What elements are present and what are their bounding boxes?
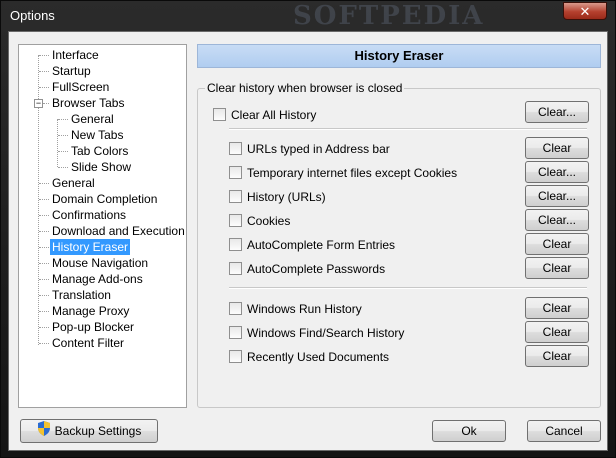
tree-connector [39, 183, 49, 184]
tree-item-popup-blocker[interactable]: Pop-up Blocker [50, 319, 136, 335]
title-bar[interactable]: Options SOFTPEDIA ✕ [1, 1, 615, 31]
tree-item-domain-completion[interactable]: Domain Completion [50, 191, 159, 207]
watermark: SOFTPEDIA [293, 1, 485, 31]
tree-connector [39, 71, 49, 72]
tree-connector [39, 55, 49, 56]
clear-all-label: Clear All History [231, 108, 317, 122]
tree-connector [39, 247, 49, 248]
window-title: Options [10, 8, 55, 23]
clear-recent-docs-button[interactable]: Clear [525, 345, 589, 367]
tree-connector [58, 151, 68, 152]
clear-history-urls-button[interactable]: Clear... [525, 185, 589, 207]
clear-temp-files-button[interactable]: Clear... [525, 161, 589, 183]
tree-item-manage-addons[interactable]: Manage Add-ons [50, 271, 145, 287]
item-label: Windows Run History [247, 302, 362, 316]
tree-item-content-filter[interactable]: Content Filter [50, 335, 126, 351]
ok-button[interactable]: Ok [432, 420, 506, 442]
page-header: History Eraser [197, 44, 601, 68]
tree-connector [39, 263, 49, 264]
tree-item-mouse-navigation[interactable]: Mouse Navigation [50, 255, 150, 271]
shield-icon [37, 420, 51, 443]
tree-item-translation[interactable]: Translation [50, 287, 113, 303]
collapse-icon[interactable]: − [34, 99, 43, 108]
item-label: URLs typed in Address bar [247, 142, 390, 156]
tree-item-general[interactable]: General [50, 175, 97, 191]
recent-docs-checkbox[interactable] [229, 350, 242, 363]
group-label: Clear history when browser is closed [205, 81, 405, 95]
tree-item-fullscreen[interactable]: FullScreen [50, 79, 111, 95]
windows-run-checkbox[interactable] [229, 302, 242, 315]
clear-urls-typed-button[interactable]: Clear [525, 137, 589, 159]
tree-item-download-execution[interactable]: Download and Execution [50, 223, 187, 239]
tree-connector [39, 231, 49, 232]
tree-connector [39, 327, 49, 328]
backup-settings-button[interactable]: Backup Settings [20, 419, 158, 443]
autocomplete-passwords-checkbox[interactable] [229, 262, 242, 275]
tree-item-manage-proxy[interactable]: Manage Proxy [50, 303, 131, 319]
tree-item-new-tabs[interactable]: New Tabs [69, 127, 125, 143]
tree-connector [43, 103, 49, 104]
tree-connector [58, 135, 68, 136]
item-label: History (URLs) [247, 190, 326, 204]
tree-item-history-eraser[interactable]: History Eraser [50, 239, 131, 255]
tree-connector [39, 279, 49, 280]
tree-connector [58, 167, 68, 168]
clear-windows-run-button[interactable]: Clear [525, 297, 589, 319]
tree-item-slide-show[interactable]: Slide Show [69, 159, 133, 175]
item-label: AutoComplete Form Entries [247, 238, 396, 252]
tree-item-tabs-general[interactable]: General [69, 111, 116, 127]
tree-item-tab-colors[interactable]: Tab Colors [69, 143, 130, 159]
tree-connector [39, 343, 49, 344]
clear-cookies-button[interactable]: Clear... [525, 209, 589, 231]
autocomplete-forms-checkbox[interactable] [229, 238, 242, 251]
options-tree[interactable]: − Interface Startup FullScreen Browser T… [18, 44, 187, 408]
cancel-button[interactable]: Cancel [527, 420, 601, 442]
windows-search-checkbox[interactable] [229, 326, 242, 339]
temp-files-checkbox[interactable] [229, 166, 242, 179]
tree-connector [39, 295, 49, 296]
clear-autocomplete-forms-button[interactable]: Clear [525, 233, 589, 255]
item-label: Windows Find/Search History [247, 326, 405, 340]
divider [229, 128, 587, 130]
dialog-client: − Interface Startup FullScreen Browser T… [8, 31, 608, 451]
item-label: Recently Used Documents [247, 350, 390, 364]
clear-autocomplete-passwords-button[interactable]: Clear [525, 257, 589, 279]
close-icon: ✕ [579, 4, 591, 19]
clear-windows-search-button[interactable]: Clear [525, 321, 589, 343]
tree-connector [58, 119, 68, 120]
divider [229, 287, 587, 289]
tree-connector [57, 119, 58, 167]
tree-item-interface[interactable]: Interface [50, 47, 101, 63]
tree-connector [39, 311, 49, 312]
backup-settings-label: Backup Settings [54, 424, 142, 438]
item-label: AutoComplete Passwords [247, 262, 386, 276]
cookies-checkbox[interactable] [229, 214, 242, 227]
options-window: Options SOFTPEDIA ✕ − Interface Startup … [0, 0, 616, 458]
close-button[interactable]: ✕ [563, 2, 607, 20]
tree-item-startup[interactable]: Startup [50, 63, 93, 79]
item-label: Cookies [247, 214, 291, 228]
item-label: Temporary internet files except Cookies [247, 166, 458, 180]
tree-connector [39, 215, 49, 216]
tree-connector [39, 87, 49, 88]
clear-all-button[interactable]: Clear... [525, 101, 589, 123]
urls-typed-checkbox[interactable] [229, 142, 242, 155]
history-urls-checkbox[interactable] [229, 190, 242, 203]
tree-item-confirmations[interactable]: Confirmations [50, 207, 128, 223]
tree-connector [39, 199, 49, 200]
clear-all-checkbox[interactable] [213, 108, 226, 121]
tree-item-browser-tabs[interactable]: Browser Tabs [50, 95, 126, 111]
